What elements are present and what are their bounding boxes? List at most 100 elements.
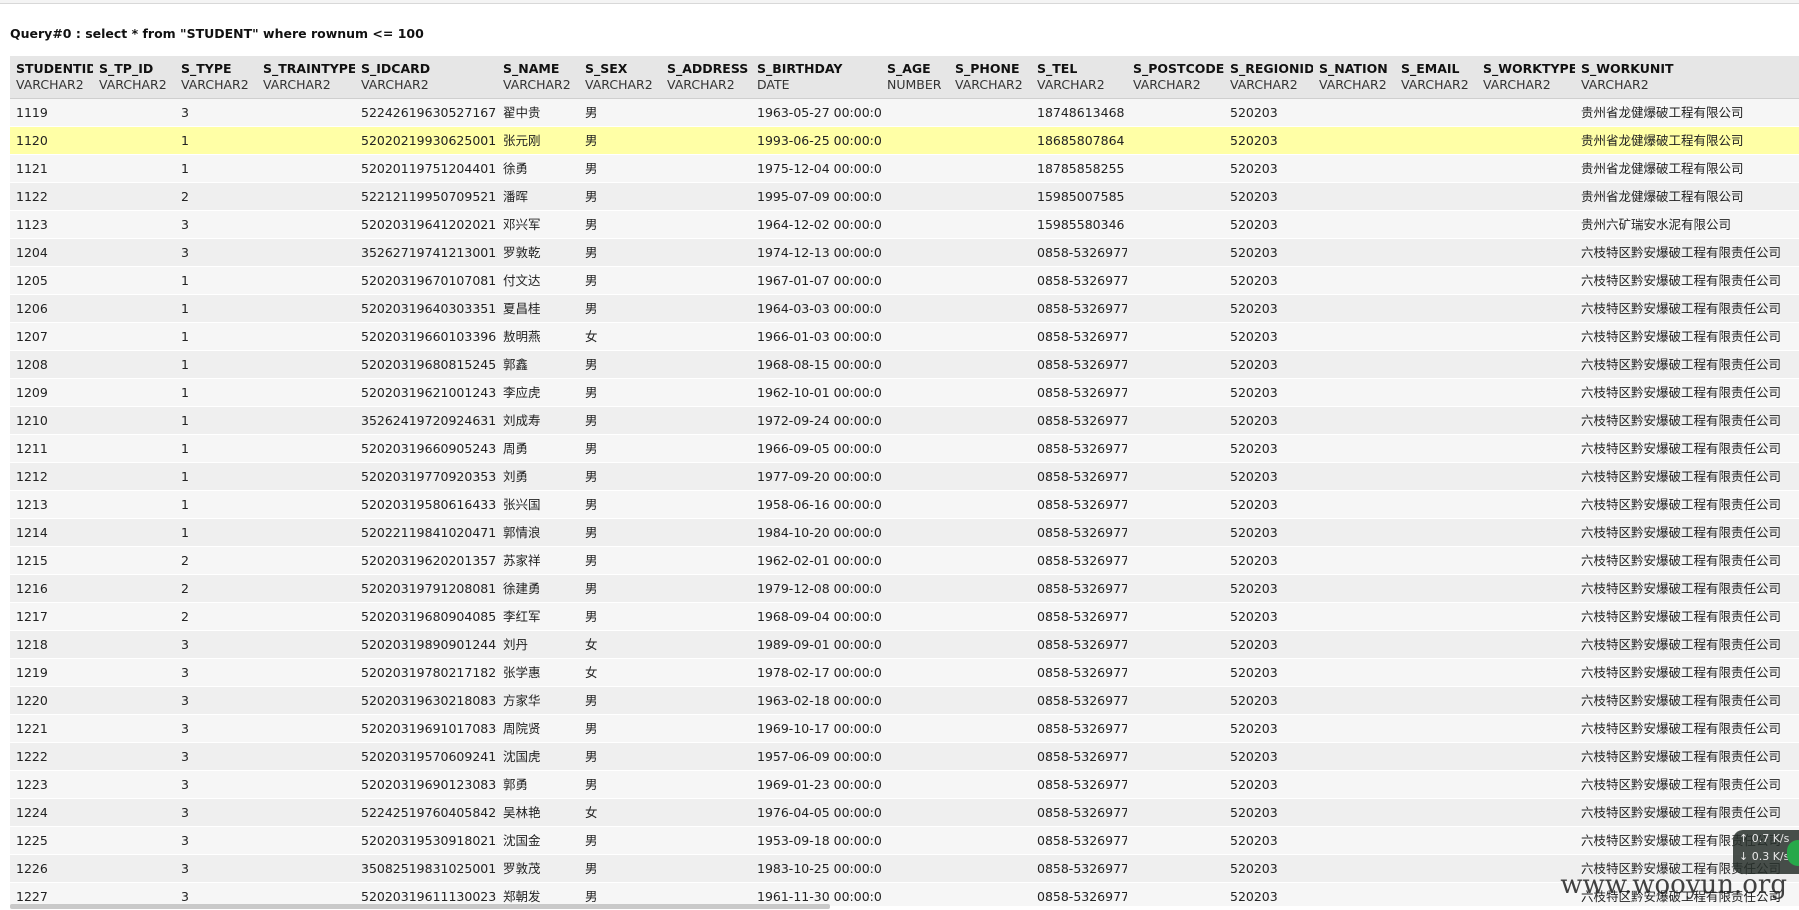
cell-s-phone[interactable]: [949, 742, 1031, 771]
cell-s-sex[interactable]: 男: [579, 238, 661, 267]
cell-s-birthday[interactable]: 1978-02-17 00:00:00: [751, 658, 881, 687]
cell-s-worktype[interactable]: [1477, 98, 1575, 127]
cell-s-worktype[interactable]: [1477, 406, 1575, 435]
column-header-s-type[interactable]: S_TYPE VARCHAR2: [175, 56, 257, 99]
table-row[interactable]: 1221 3 520203196910170834 周院贤男 1969-10-17 00…: [10, 714, 1799, 743]
cell-s-worktype[interactable]: [1477, 266, 1575, 295]
cell-s-age[interactable]: [881, 210, 949, 239]
cell-s-nation[interactable]: [1313, 350, 1395, 379]
cell-s-type[interactable]: 2: [175, 574, 257, 603]
cell-s-phone[interactable]: [949, 546, 1031, 575]
table-row[interactable]: 1120 1 520202199306250018 张元刚男 1993-06-25 00…: [10, 126, 1799, 155]
cell-s-age[interactable]: [881, 126, 949, 155]
cell-s-phone[interactable]: [949, 826, 1031, 855]
cell-s-name[interactable]: 郑朝发: [497, 882, 579, 906]
cell-s-tp-id[interactable]: [93, 854, 175, 883]
cell-s-workunit[interactable]: 六枝特区黔安爆破工程有限责任公司: [1575, 686, 1799, 715]
cell-s-phone[interactable]: [949, 154, 1031, 183]
cell-s-regionid[interactable]: 520203: [1224, 406, 1313, 435]
cell-s-type[interactable]: 1: [175, 406, 257, 435]
cell-studentid[interactable]: 1208: [10, 350, 93, 379]
cell-s-traintype[interactable]: [257, 658, 355, 687]
cell-s-postcode[interactable]: [1127, 574, 1224, 603]
cell-s-birthday[interactable]: 1968-08-15 00:00:00: [751, 350, 881, 379]
column-header-s-age[interactable]: S_AGE NUMBER: [881, 56, 949, 99]
column-header-s-worktype[interactable]: S_WORKTYPE VARCHAR2: [1477, 56, 1575, 99]
cell-s-phone[interactable]: [949, 378, 1031, 407]
cell-s-idcard[interactable]: 520203195706092416: [355, 742, 497, 771]
cell-s-phone[interactable]: [949, 770, 1031, 799]
cell-s-postcode[interactable]: [1127, 770, 1224, 799]
cell-s-tp-id[interactable]: [93, 714, 175, 743]
cell-s-tel[interactable]: 0858-5326977: [1031, 546, 1127, 575]
cell-s-sex[interactable]: 女: [579, 798, 661, 827]
cell-s-traintype[interactable]: [257, 770, 355, 799]
cell-s-workunit[interactable]: 六枝特区黔安爆破工程有限责任公司: [1575, 266, 1799, 295]
cell-s-birthday[interactable]: 1961-11-30 00:00:00: [751, 882, 881, 906]
cell-s-address[interactable]: [661, 742, 751, 771]
cell-s-sex[interactable]: 男: [579, 266, 661, 295]
cell-s-email[interactable]: [1395, 322, 1477, 351]
cell-s-name[interactable]: 潘晖: [497, 182, 579, 211]
cell-s-age[interactable]: [881, 350, 949, 379]
cell-s-traintype[interactable]: [257, 210, 355, 239]
cell-s-idcard[interactable]: 520202199306250018: [355, 126, 497, 155]
cell-s-email[interactable]: [1395, 630, 1477, 659]
cell-s-age[interactable]: [881, 462, 949, 491]
cell-studentid[interactable]: 1214: [10, 518, 93, 547]
table-row[interactable]: 1119 3 522426196305271677 翟中贵男 1963-05-27 00…: [10, 98, 1799, 127]
cell-s-name[interactable]: 郭情浪: [497, 518, 579, 547]
cell-s-worktype[interactable]: [1477, 826, 1575, 855]
cell-studentid[interactable]: 1209: [10, 378, 93, 407]
cell-s-birthday[interactable]: 1962-02-01 00:00:00: [751, 546, 881, 575]
cell-s-tel[interactable]: 18685807864: [1031, 126, 1127, 155]
cell-s-worktype[interactable]: [1477, 742, 1575, 771]
cell-s-phone[interactable]: [949, 210, 1031, 239]
cell-s-nation[interactable]: [1313, 602, 1395, 631]
cell-s-nation[interactable]: [1313, 182, 1395, 211]
table-row[interactable]: 1217 2 520203196809040859 李红军男 1968-09-04 00…: [10, 602, 1799, 631]
cell-s-idcard[interactable]: 520203196412020219: [355, 210, 497, 239]
cell-s-age[interactable]: [881, 574, 949, 603]
cell-s-sex[interactable]: 男: [579, 350, 661, 379]
cell-s-phone[interactable]: [949, 630, 1031, 659]
table-row[interactable]: 1224 3 522425197604058428 吴林艳女 1976-04-05 00…: [10, 798, 1799, 827]
cell-s-traintype[interactable]: [257, 602, 355, 631]
cell-s-tel[interactable]: 0858-5326977: [1031, 630, 1127, 659]
cell-s-name[interactable]: 翟中贵: [497, 98, 579, 127]
cell-s-age[interactable]: [881, 98, 949, 127]
cell-s-workunit[interactable]: 六枝特区黔安爆破工程有限责任公司: [1575, 630, 1799, 659]
cell-s-type[interactable]: 3: [175, 826, 257, 855]
cell-s-sex[interactable]: 男: [579, 490, 661, 519]
column-header-s-traintype[interactable]: S_TRAINTYPE VARCHAR2: [257, 56, 355, 99]
cell-s-tel[interactable]: 0858-5326977: [1031, 826, 1127, 855]
cell-s-traintype[interactable]: [257, 742, 355, 771]
column-header-s-idcard[interactable]: S_IDCARD VARCHAR2: [355, 56, 497, 99]
cell-s-tel[interactable]: 0858-5326977: [1031, 238, 1127, 267]
cell-studentid[interactable]: 1216: [10, 574, 93, 603]
cell-studentid[interactable]: 1217: [10, 602, 93, 631]
cell-s-name[interactable]: 邓兴军: [497, 210, 579, 239]
cell-s-email[interactable]: [1395, 238, 1477, 267]
column-header-s-sex[interactable]: S_SEX VARCHAR2: [579, 56, 661, 99]
cell-s-postcode[interactable]: [1127, 154, 1224, 183]
table-row[interactable]: 1226 3 350825198310250011 罗敦茂男 1983-10-25 00…: [10, 854, 1799, 883]
cell-s-email[interactable]: [1395, 378, 1477, 407]
table-row[interactable]: 1122 2 522121199507095216 潘晖男 1995-07-09 00:…: [10, 182, 1799, 211]
cell-s-workunit[interactable]: 六枝特区黔安爆破工程有限责任公司: [1575, 350, 1799, 379]
column-header-s-tp-id[interactable]: S_TP_ID VARCHAR2: [93, 56, 175, 99]
cell-s-email[interactable]: [1395, 462, 1477, 491]
table-row[interactable]: 1214 1 520221198410204710 郭情浪男 1984-10-20 00…: [10, 518, 1799, 547]
cell-s-type[interactable]: 1: [175, 462, 257, 491]
cell-s-regionid[interactable]: 520203: [1224, 518, 1313, 547]
cell-s-idcard[interactable]: 520203197709203539: [355, 462, 497, 491]
cell-s-traintype[interactable]: [257, 350, 355, 379]
cell-studentid[interactable]: 1218: [10, 630, 93, 659]
cell-s-name[interactable]: 李应虎: [497, 378, 579, 407]
cell-s-worktype[interactable]: [1477, 294, 1575, 323]
cell-s-sex[interactable]: 男: [579, 770, 661, 799]
cell-s-postcode[interactable]: [1127, 854, 1224, 883]
cell-s-traintype[interactable]: [257, 406, 355, 435]
cell-s-workunit[interactable]: 六枝特区黔安爆破工程有限责任公司: [1575, 322, 1799, 351]
cell-s-nation[interactable]: [1313, 266, 1395, 295]
